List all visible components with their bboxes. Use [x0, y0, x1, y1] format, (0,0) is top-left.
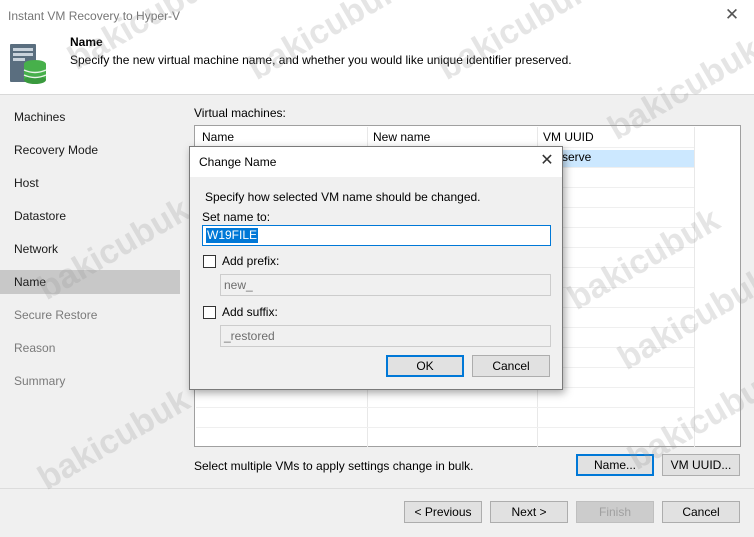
dialog-cancel-button[interactable]: Cancel — [472, 355, 550, 377]
cancel-button[interactable]: Cancel — [662, 501, 740, 523]
add-suffix-label[interactable]: Add suffix: — [222, 305, 278, 319]
title-bar: Instant VM Recovery to Hyper-V ✕ — [0, 0, 754, 30]
finish-button: Finish — [576, 501, 654, 523]
row-divider — [196, 407, 694, 408]
step-summary: Summary — [14, 374, 66, 388]
change-name-dialog: Change Name ✕ Specify how selected VM na… — [189, 146, 563, 390]
window-title: Instant VM Recovery to Hyper-V — [8, 9, 181, 23]
step-datastore[interactable]: Datastore — [0, 204, 180, 228]
set-name-label: Set name to: — [202, 210, 271, 224]
vm-database-icon — [10, 44, 47, 84]
step-name[interactable]: Name — [0, 270, 180, 294]
step-title: Name — [70, 35, 103, 49]
step-description: Specify the new virtual machine name, an… — [70, 53, 572, 67]
step-network[interactable]: Network — [0, 237, 180, 261]
next-button[interactable]: Next > — [490, 501, 568, 523]
wizard-window: Instant VM Recovery to Hyper-V ✕ Name Sp… — [0, 0, 754, 537]
bulk-hint-text: Select multiple VMs to apply settings ch… — [194, 459, 474, 473]
previous-button[interactable]: < Previous — [404, 501, 482, 523]
set-name-value: W19FILE — [206, 228, 259, 243]
step-machines[interactable]: Machines — [0, 105, 180, 129]
virtual-machines-label: Virtual machines: — [194, 106, 286, 120]
step-reason: Reason — [14, 341, 56, 355]
column-header-vm-uuid[interactable]: VM UUID — [543, 130, 594, 144]
footer-divider — [0, 488, 754, 489]
dialog-close-icon[interactable]: ✕ — [536, 150, 558, 172]
vm-uuid-button[interactable]: VM UUID... — [662, 454, 740, 476]
table-cell-vm-uuid-text: serve — [562, 150, 592, 164]
add-prefix-label[interactable]: Add prefix: — [222, 254, 279, 268]
dialog-description: Specify how selected VM name should be c… — [205, 190, 481, 204]
suffix-input: _restored — [220, 325, 551, 347]
dialog-title-bar: Change Name ✕ — [190, 147, 562, 177]
set-name-input[interactable]: W19FILE — [202, 225, 551, 246]
wizard-header: Name Specify the new virtual machine nam… — [0, 30, 754, 95]
window-close-icon[interactable]: ✕ — [720, 4, 744, 26]
name-button[interactable]: Name... — [576, 454, 654, 476]
step-recovery-mode[interactable]: Recovery Mode — [0, 138, 180, 162]
step-secure-restore: Secure Restore — [14, 308, 98, 322]
prefix-input: new_ — [220, 274, 551, 296]
wizard-steps-sidebar: Machines Recovery Mode Host Datastore Ne… — [0, 95, 180, 488]
ok-button[interactable]: OK — [386, 355, 464, 377]
add-prefix-checkbox[interactable] — [203, 255, 216, 268]
dialog-title: Change Name — [199, 155, 277, 169]
column-divider — [694, 127, 695, 447]
step-host[interactable]: Host — [0, 171, 180, 195]
column-header-name[interactable]: Name — [202, 130, 234, 144]
row-divider — [196, 427, 694, 428]
column-header-new-name[interactable]: New name — [373, 130, 430, 144]
add-suffix-checkbox[interactable] — [203, 306, 216, 319]
